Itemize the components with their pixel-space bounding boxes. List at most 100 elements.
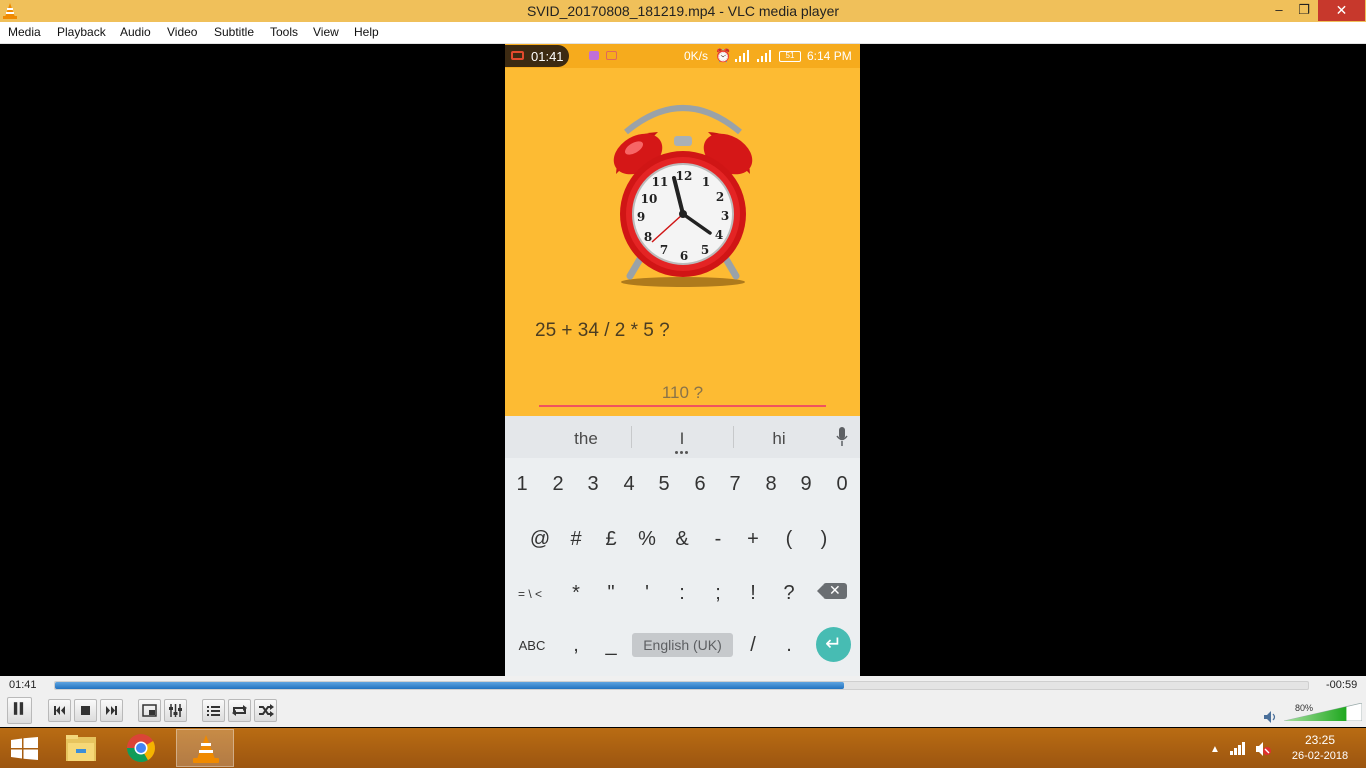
key-ampersand[interactable]: & xyxy=(665,528,699,551)
maximize-button[interactable]: ❐ xyxy=(1291,0,1317,21)
microphone-icon[interactable] xyxy=(836,427,848,447)
previous-icon xyxy=(54,706,65,715)
key-slash[interactable]: / xyxy=(736,634,770,657)
key-plus[interactable]: + xyxy=(736,528,770,551)
key-5[interactable]: 5 xyxy=(647,473,681,496)
backspace-icon: ✕ xyxy=(829,582,841,598)
soft-keyboard: the I hi 1 2 3 4 5 6 7 8 9 0 @ # £ % & -… xyxy=(505,416,860,676)
key-open-paren[interactable]: ( xyxy=(772,528,806,551)
key-at[interactable]: @ xyxy=(523,528,557,551)
enter-key[interactable]: ↵ xyxy=(816,627,851,662)
key-3[interactable]: 3 xyxy=(576,473,610,496)
key-asterisk[interactable]: * xyxy=(559,582,593,605)
video-area[interactable]: 01:41 0K/s ⏰ 51 6:14 PM 12 1 2 3 4 5 6 7… xyxy=(0,44,1366,676)
notification-icon xyxy=(589,51,599,60)
playlist-button[interactable] xyxy=(202,699,225,722)
menu-video[interactable]: Video xyxy=(167,25,197,39)
svg-text:8: 8 xyxy=(644,230,652,244)
answer-input[interactable]: 110 ? xyxy=(505,383,860,403)
previous-button[interactable] xyxy=(48,699,71,722)
key-percent[interactable]: % xyxy=(630,528,664,551)
space-key[interactable]: English (UK) xyxy=(632,633,733,657)
extended-settings-button[interactable] xyxy=(164,699,187,722)
key-exclamation[interactable]: ! xyxy=(736,582,770,605)
fullscreen-button[interactable] xyxy=(138,699,161,722)
key-2[interactable]: 2 xyxy=(541,473,575,496)
record-icon xyxy=(511,51,524,60)
menu-bar: Media Playback Audio Video Subtitle Tool… xyxy=(0,22,1366,44)
shuffle-button[interactable] xyxy=(254,699,277,722)
svg-text:1: 1 xyxy=(702,175,710,189)
suggestion-strip: the I hi xyxy=(505,416,860,458)
seek-row: 01:41 -00:59 xyxy=(0,676,1366,696)
taskbar-vlc[interactable] xyxy=(176,729,234,767)
key-1[interactable]: 1 xyxy=(505,473,539,496)
menu-tools[interactable]: Tools xyxy=(270,25,298,39)
menu-playback[interactable]: Playback xyxy=(57,25,106,39)
svg-text:6: 6 xyxy=(680,249,688,263)
taskbar-file-explorer[interactable] xyxy=(52,729,110,767)
minimize-button[interactable]: – xyxy=(1266,0,1292,21)
signal-icon-2 xyxy=(757,50,771,62)
show-hidden-icons-icon[interactable]: ▲ xyxy=(1210,744,1220,755)
more-suggestions-icon[interactable] xyxy=(675,451,689,454)
pause-button[interactable] xyxy=(7,697,32,724)
title-bar: SVID_20170808_181219.mp4 - VLC media pla… xyxy=(0,0,1366,22)
menu-help[interactable]: Help xyxy=(354,25,379,39)
key-minus[interactable]: - xyxy=(701,528,735,551)
alarm-clock-image: 12 1 2 3 4 5 6 7 8 9 10 11 xyxy=(613,105,753,287)
window-title: SVID_20170808_181219.mp4 - VLC media pla… xyxy=(526,3,840,19)
key-single-quote[interactable]: ' xyxy=(630,582,664,605)
suggestion-i[interactable]: I xyxy=(637,429,727,449)
key-semicolon[interactable]: ; xyxy=(701,582,735,605)
backspace-key[interactable]: ✕ xyxy=(817,582,847,599)
key-0[interactable]: 0 xyxy=(825,473,859,496)
next-button[interactable] xyxy=(100,699,123,722)
key-double-quote[interactable]: " xyxy=(594,582,628,605)
stop-icon xyxy=(81,706,90,715)
elapsed-time[interactable]: 01:41 xyxy=(9,679,37,691)
key-pound[interactable]: £ xyxy=(594,528,628,551)
svg-text:7: 7 xyxy=(660,243,668,257)
svg-text:10: 10 xyxy=(641,192,658,206)
menu-media[interactable]: Media xyxy=(8,25,41,39)
key-abc[interactable]: ABC xyxy=(515,638,549,653)
stop-button[interactable] xyxy=(74,699,97,722)
alarm-status-icon: ⏰ xyxy=(715,48,732,63)
key-question[interactable]: ? xyxy=(772,582,806,605)
status-clock: 6:14 PM xyxy=(807,49,852,63)
suggestion-the[interactable]: the xyxy=(541,429,631,449)
menu-audio[interactable]: Audio xyxy=(120,25,151,39)
network-signal-icon[interactable] xyxy=(1230,742,1246,755)
system-clock-date[interactable]: 26-02-2018 xyxy=(1288,750,1352,762)
key-comma[interactable]: , xyxy=(559,634,593,657)
key-more-symbols[interactable]: = \ < xyxy=(513,587,547,601)
windows-start-icon[interactable] xyxy=(11,737,38,760)
phone-status-bar: 01:41 0K/s ⏰ 51 6:14 PM xyxy=(505,44,860,68)
shuffle-icon xyxy=(259,704,274,717)
system-clock-time[interactable]: 23:25 xyxy=(1290,733,1350,747)
key-8[interactable]: 8 xyxy=(754,473,788,496)
key-7[interactable]: 7 xyxy=(718,473,752,496)
key-close-paren[interactable]: ) xyxy=(807,528,841,551)
key-period[interactable]: . xyxy=(772,634,806,657)
remaining-time[interactable]: -00:59 xyxy=(1326,679,1357,691)
key-4[interactable]: 4 xyxy=(612,473,646,496)
seek-slider[interactable] xyxy=(54,681,1309,690)
menu-subtitle[interactable]: Subtitle xyxy=(214,25,254,39)
key-6[interactable]: 6 xyxy=(683,473,717,496)
loop-button[interactable] xyxy=(228,699,251,722)
close-button[interactable]: ✕ xyxy=(1318,0,1365,21)
taskbar-chrome[interactable] xyxy=(112,729,170,767)
key-colon[interactable]: : xyxy=(665,582,699,605)
vlc-icon xyxy=(193,735,219,763)
suggestion-hi[interactable]: hi xyxy=(734,429,824,449)
volume-slider[interactable] xyxy=(1284,703,1362,721)
key-underscore[interactable]: _ xyxy=(594,634,628,657)
menu-view[interactable]: View xyxy=(313,25,339,39)
volume-muted-icon[interactable] xyxy=(1256,742,1272,756)
svg-text:2: 2 xyxy=(716,190,724,204)
speaker-icon[interactable] xyxy=(1264,711,1278,723)
key-hash[interactable]: # xyxy=(559,528,593,551)
key-9[interactable]: 9 xyxy=(789,473,823,496)
